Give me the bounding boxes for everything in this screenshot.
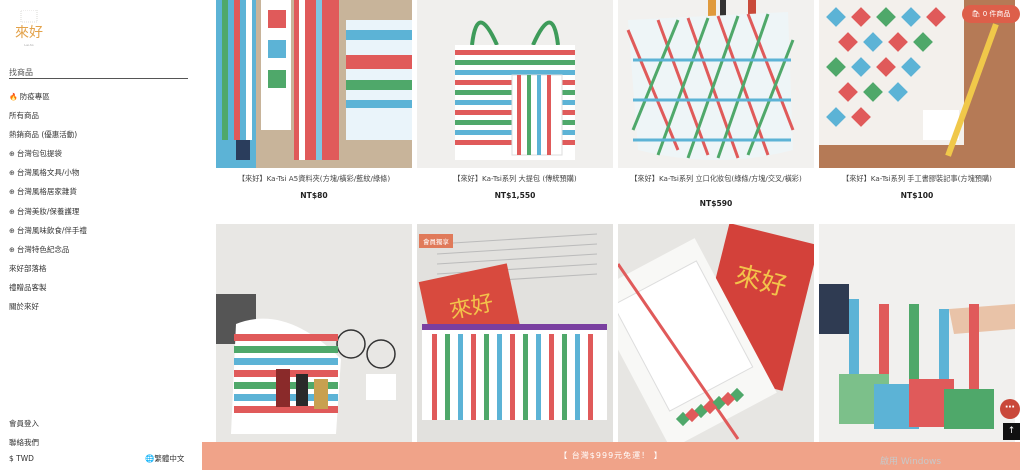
svg-text:Lai-ho: Lai-ho <box>24 43 33 47</box>
ellipsis-icon: ⋯ <box>1005 402 1015 413</box>
product-image[interactable] <box>216 0 412 168</box>
product-image[interactable] <box>216 224 412 442</box>
product-price: NT$590 <box>699 199 733 208</box>
contact-link[interactable]: 聯絡我們 <box>9 437 39 448</box>
sidebar-item-beauty[interactable]: ⊕ 台灣美妝/保養護理 <box>9 207 87 226</box>
globe-icon: 🌐 <box>145 454 155 463</box>
sidebar-item-about[interactable]: 關於來好 <box>9 302 87 321</box>
back-to-top-button[interactable]: ↑ <box>1003 423 1020 440</box>
sidebar-item-label: 台灣包包提袋 <box>16 149 62 159</box>
expand-plus-icon[interactable]: ⊕ <box>9 226 15 236</box>
product-image[interactable] <box>417 0 613 168</box>
sidebar-item-label: 關於來好 <box>9 302 39 312</box>
currency-selector[interactable]: $ TWD <box>9 454 34 463</box>
fire-icon: 🔥 <box>9 93 18 101</box>
sidebar-item-label: 台灣風格文具/小物 <box>16 168 80 178</box>
svg-text:來好: 來好 <box>15 25 43 41</box>
member-login-link[interactable]: 會員登入 <box>9 418 39 429</box>
sidebar-nav: 🔥 防疫專區 所有商品 熱銷商品 (優惠活動) ⊕ 台灣包包提袋 ⊕ 台灣風格文具/小… <box>9 92 87 321</box>
expand-plus-icon[interactable]: ⊕ <box>9 187 15 197</box>
product-image[interactable] <box>618 0 814 168</box>
sidebar-item-label: 台灣特色紀念品 <box>16 244 70 254</box>
cart-icon: 🛍 <box>971 10 981 18</box>
product-image[interactable]: 來好 <box>618 224 814 442</box>
expand-plus-icon[interactable]: ⊕ <box>9 168 15 178</box>
sidebar-item-food[interactable]: ⊕ 台灣風味飲食/伴手禮 <box>9 226 87 245</box>
expand-plus-icon[interactable]: ⊕ <box>9 245 15 255</box>
product-price: NT$80 <box>300 191 328 200</box>
product-grid: 【來好】Ka-Tsi A5資料夾(方塊/橫彩/藍紋/綠條) NT$80 【來好】… <box>214 0 1020 470</box>
sidebar-item-custom-gifts[interactable]: 禮贈品客製 <box>9 283 87 302</box>
sidebar-item-home[interactable]: ⊕ 台灣風格居家雜貨 <box>9 187 87 206</box>
search-input[interactable]: 找商品 <box>9 63 188 79</box>
sidebar-item-label: 防疫專區 <box>19 92 50 101</box>
sidebar-item-label: 來好部落格 <box>9 263 47 273</box>
sidebar: 來好 Lai-ho 找商品 🔥 防疫專區 所有商品 熱銷商品 (優惠活動) ⊕ 台灣… <box>0 0 200 470</box>
windows-activation-watermark: 啟用 Windows <box>880 457 942 467</box>
expand-plus-icon[interactable]: ⊕ <box>9 149 15 159</box>
expand-plus-icon[interactable]: ⊕ <box>9 207 15 217</box>
sidebar-item-label: 所有商品 <box>9 111 39 121</box>
product-price: NT$100 <box>900 191 934 200</box>
sidebar-item-label: 台灣風味飲食/伴手禮 <box>16 225 87 235</box>
arrow-up-icon: ↑ <box>1007 426 1016 436</box>
product-title[interactable]: 【來好】Ka-Tsi系列 手工書膠裝記事(方塊預購) <box>819 174 1015 184</box>
sidebar-item-blog[interactable]: 來好部落格 <box>9 264 87 283</box>
product-title[interactable]: 【來好】Ka-Tsi系列 大提包 (傳統預購) <box>417 174 613 184</box>
cart-count-label: 0 件商品 <box>982 10 1011 18</box>
product-price: NT$1,550 <box>494 191 536 200</box>
sidebar-item-hot[interactable]: 熱銷商品 (優惠活動) <box>9 130 87 149</box>
sidebar-item-label: 台灣風格居家雜貨 <box>16 187 77 197</box>
chat-more-button[interactable]: ⋯ <box>1000 399 1020 419</box>
sidebar-item-stationery[interactable]: ⊕ 台灣風格文具/小物 <box>9 168 87 187</box>
product-image[interactable] <box>819 224 1015 442</box>
sidebar-item-label: 熱銷商品 (優惠活動) <box>9 130 78 140</box>
product-title[interactable]: 【來好】Ka-Tsi系列 立口化妝包(綠條/方塊/交叉/橫彩) <box>618 174 814 184</box>
sidebar-item-souvenir[interactable]: ⊕ 台灣特色紀念品 <box>9 245 87 264</box>
language-selector[interactable]: 🌐繁體中文 <box>145 453 184 464</box>
sidebar-item-label: 禮贈品客製 <box>9 282 47 292</box>
member-exclusive-badge: 會員獨享 <box>419 234 453 248</box>
sidebar-item-label: 台灣美妝/保養護理 <box>16 206 80 216</box>
sidebar-item-bags[interactable]: ⊕ 台灣包包提袋 <box>9 149 87 168</box>
language-label: 繁體中文 <box>154 454 185 463</box>
sidebar-item-epidemic[interactable]: 🔥 防疫專區 <box>9 92 87 111</box>
product-image[interactable] <box>819 0 1015 168</box>
sidebar-item-all-products[interactable]: 所有商品 <box>9 111 87 130</box>
cart-button[interactable]: 🛍 0 件商品 <box>962 5 1020 23</box>
brand-logo[interactable]: 來好 Lai-ho <box>12 10 46 54</box>
product-image[interactable]: 來好 <box>417 224 613 442</box>
product-title[interactable]: 【來好】Ka-Tsi A5資料夾(方塊/橫彩/藍紋/綠條) <box>216 174 412 184</box>
